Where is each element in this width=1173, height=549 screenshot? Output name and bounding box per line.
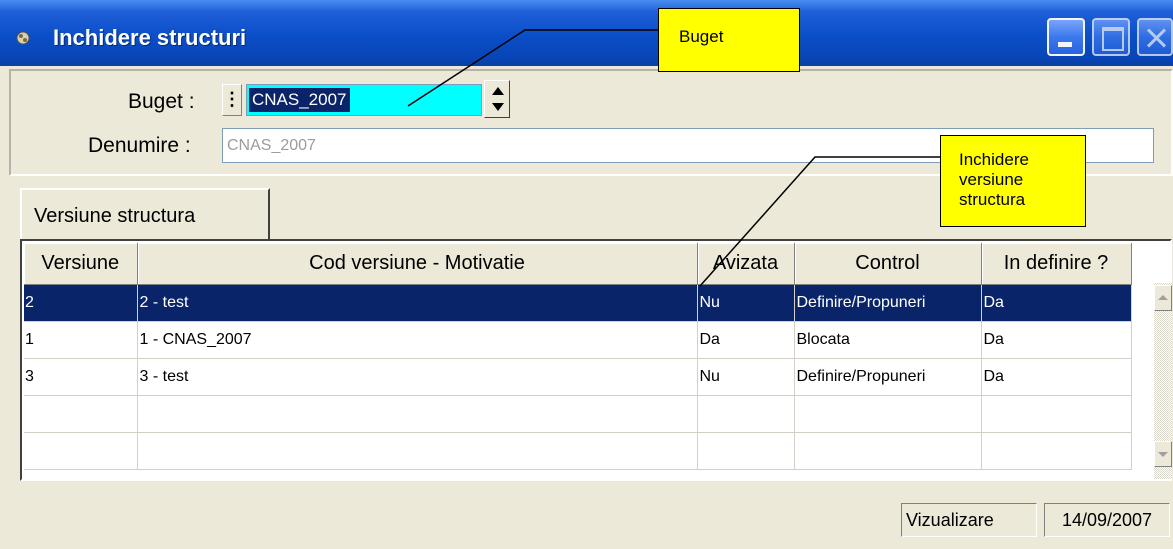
column-header-control[interactable]: Control <box>794 243 982 285</box>
table-row[interactable]: 3 3 - test Nu Definire/Propuneri Da <box>24 358 1132 396</box>
grid-header-row: Versiune Cod versiune - Motivatie Avizat… <box>24 243 1132 285</box>
cell-cod-versiune: 2 - test <box>137 284 698 322</box>
window-title: Inchidere structuri <box>53 25 247 50</box>
inchidere-callout: Inchidere versiune structura <box>940 135 1086 227</box>
title-bar[interactable]: Inchidere structuri <box>0 0 1173 66</box>
empty-cell <box>137 432 698 470</box>
versions-table: Versiune Cod versiune - Motivatie Avizat… <box>24 243 1132 470</box>
cell-control: Blocata <box>794 321 982 359</box>
buget-input-value: CNAS_2007 <box>249 88 350 112</box>
cell-cod-versiune: 3 - test <box>137 358 698 396</box>
denumire-label: Denumire : <box>88 134 191 157</box>
buget-label: Buget : <box>128 90 195 113</box>
cell-avizata: Nu <box>697 284 795 322</box>
empty-cell <box>794 432 982 470</box>
cell-control: Definire/Propuneri <box>794 358 982 396</box>
spin-down-icon[interactable] <box>492 103 504 111</box>
inchidere-callout-line1: Inchidere <box>959 150 1029 169</box>
cell-versiune: 3 <box>24 358 138 396</box>
table-row[interactable]: 1 1 - CNAS_2007 Da Blocata Da <box>24 321 1132 359</box>
inchidere-callout-line3: structura <box>959 190 1026 209</box>
cell-versiune: 1 <box>24 321 138 359</box>
scroll-up-icon <box>1158 295 1168 300</box>
empty-cell <box>137 395 698 433</box>
close-button[interactable] <box>1137 18 1173 56</box>
table-row[interactable]: 2 2 - test Nu Definire/Propuneri Da <box>24 284 1132 322</box>
cell-in-definire: Da <box>981 284 1132 322</box>
versions-grid[interactable]: Versiune Cod versiune - Motivatie Avizat… <box>20 239 1172 481</box>
inchidere-callout-line2: versiune <box>959 170 1024 189</box>
cell-avizata: Da <box>697 321 795 359</box>
empty-cell <box>981 395 1132 433</box>
spin-up-icon[interactable] <box>492 87 504 95</box>
buget-lookup-button[interactable]: ⋮ <box>222 84 242 116</box>
empty-cell <box>981 432 1132 470</box>
scroll-up-button[interactable] <box>1154 285 1172 311</box>
empty-row[interactable] <box>24 395 1132 433</box>
buget-callout: Buget <box>658 8 800 72</box>
minimize-button[interactable] <box>1047 18 1085 56</box>
cell-in-definire: Da <box>981 358 1132 396</box>
buget-spinner[interactable] <box>484 80 510 118</box>
column-header-avizata[interactable]: Avizata <box>697 243 795 285</box>
empty-cell <box>697 395 795 433</box>
empty-cell <box>24 432 138 470</box>
cell-avizata: Nu <box>697 358 795 396</box>
cell-cod-versiune: 1 - CNAS_2007 <box>137 321 698 359</box>
status-date: 14/09/2007 <box>1044 503 1170 537</box>
cell-control: Definire/Propuneri <box>794 284 982 322</box>
empty-cell <box>794 395 982 433</box>
empty-cell <box>697 432 795 470</box>
maximize-button[interactable] <box>1092 18 1130 56</box>
empty-cell <box>24 395 138 433</box>
column-header-versiune[interactable]: Versiune <box>24 243 138 285</box>
empty-row[interactable] <box>24 432 1132 470</box>
buget-callout-text: Buget <box>679 27 724 46</box>
scroll-down-button[interactable] <box>1154 441 1172 467</box>
status-mode: Vizualizare <box>901 503 1037 537</box>
tab-versiune-structura[interactable]: Versiune structura <box>20 188 270 240</box>
column-header-cod-versiune[interactable]: Cod versiune - Motivatie <box>137 243 698 285</box>
cell-versiune: 2 <box>24 284 138 322</box>
scroll-down-icon <box>1158 452 1168 457</box>
column-header-in-definire[interactable]: In definire ? <box>981 243 1132 285</box>
cell-in-definire: Da <box>981 321 1132 359</box>
app-icon <box>16 31 30 45</box>
